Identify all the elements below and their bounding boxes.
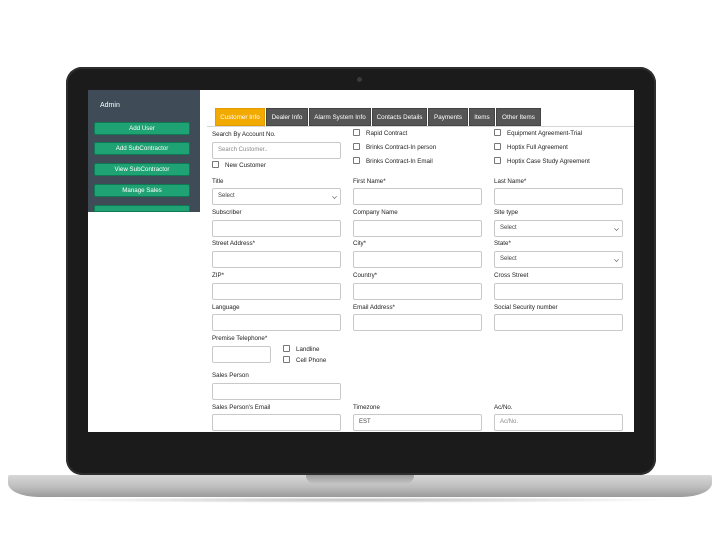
- company-name-label: Company Name: [353, 209, 398, 216]
- state-select-value: Select: [500, 256, 517, 262]
- country-label: Country*: [353, 272, 378, 279]
- site-type-select[interactable]: Select: [494, 220, 623, 237]
- country-input[interactable]: [353, 283, 482, 300]
- site-type-select-value: Select: [500, 225, 517, 231]
- acno-input[interactable]: Ac/No.: [494, 414, 623, 431]
- ssn-label: Social Security number: [494, 304, 558, 311]
- tab-other-items[interactable]: Other Items: [496, 108, 541, 126]
- language-label: Language: [212, 304, 240, 311]
- premise-phone-label: Premise Telephone*: [212, 335, 268, 342]
- equipment-agreement-checkbox[interactable]: [494, 129, 501, 136]
- state-select[interactable]: Select: [494, 251, 623, 268]
- site-type-label: Site type: [494, 209, 519, 216]
- rapid-contract-checkbox[interactable]: [353, 129, 360, 136]
- language-input[interactable]: [212, 314, 341, 331]
- email-input[interactable]: [353, 314, 482, 331]
- zip-input[interactable]: [212, 283, 341, 300]
- laptop-shadow: [40, 497, 680, 503]
- first-name-input[interactable]: [353, 188, 482, 205]
- brinks-in-email-checkbox[interactable]: [353, 157, 360, 164]
- brinks-in-email-label: Brinks Contract-In Email: [366, 158, 433, 165]
- search-account-label: Search By Account No.: [212, 131, 276, 138]
- first-name-label: First Name*: [353, 178, 386, 185]
- sales-person-label: Sales Person: [212, 372, 249, 379]
- manage-sales-button[interactable]: Manage Sales: [94, 184, 190, 197]
- hoptix-case-checkbox[interactable]: [494, 157, 501, 164]
- state-label: State*: [494, 240, 511, 247]
- cell-phone-label: Cell Phone: [296, 357, 327, 364]
- sales-email-input[interactable]: [212, 414, 341, 431]
- tab-dealer-info[interactable]: Dealer Info: [266, 108, 308, 126]
- new-customer-label: New Customer: [225, 162, 266, 169]
- timezone-label: Timezone: [353, 404, 380, 411]
- tab-customer-info[interactable]: Customer Info: [215, 108, 265, 126]
- sidebar: Admin Add User Add SubContractor View Su…: [88, 90, 200, 432]
- last-name-label: Last Name*: [494, 178, 527, 185]
- street-address-label: Street Address*: [212, 240, 255, 247]
- hoptix-case-label: Hoptix Case Study Agreement: [507, 158, 590, 165]
- new-customer-checkbox[interactable]: [212, 161, 219, 168]
- email-label: Email Address*: [353, 304, 395, 311]
- cross-street-input[interactable]: [494, 283, 623, 300]
- subscriber-label: Subscriber: [212, 209, 242, 216]
- add-user-button[interactable]: Add User: [94, 122, 190, 135]
- equipment-agreement-label: Equipment Agreement-Trial: [507, 130, 583, 137]
- ssn-input[interactable]: [494, 314, 623, 331]
- tab-contacts-details[interactable]: Contacts Details: [372, 108, 427, 126]
- hoptix-full-label: Hoptix Full Agreement: [507, 144, 568, 151]
- sidebar-button-partial[interactable]: [94, 205, 190, 212]
- brinks-in-person-label: Brinks Contract-In person: [366, 144, 437, 151]
- premise-phone-input[interactable]: [212, 346, 271, 363]
- tab-payments[interactable]: Payments: [428, 108, 468, 126]
- add-subcontractor-button[interactable]: Add SubContractor: [94, 142, 190, 155]
- city-label: City*: [353, 240, 367, 247]
- laptop-base-notch: [306, 475, 414, 484]
- sidebar-title: Admin: [100, 102, 120, 109]
- sales-email-label: Sales Person's Email: [212, 404, 271, 411]
- title-label: Title: [212, 178, 224, 185]
- timezone-input[interactable]: EST: [353, 414, 482, 431]
- brinks-in-person-checkbox[interactable]: [353, 143, 360, 150]
- city-input[interactable]: [353, 251, 482, 268]
- company-name-input[interactable]: [353, 220, 482, 237]
- sidebar-header-panel: Admin Add User Add SubContractor View Su…: [88, 90, 200, 212]
- view-subcontractor-button[interactable]: View SubContractor: [94, 163, 190, 176]
- search-customer-input[interactable]: Search Customer..: [212, 142, 341, 159]
- main-panel: Customer Info Dealer Info Alarm System I…: [207, 90, 634, 432]
- rapid-contract-label: Rapid Contract: [366, 130, 408, 137]
- chevron-down-icon: [332, 194, 337, 199]
- chevron-down-icon: [614, 226, 619, 231]
- cross-street-label: Cross Street: [494, 272, 529, 279]
- tab-alarm-system-info[interactable]: Alarm System Info: [309, 108, 371, 126]
- sales-person-input[interactable]: [212, 383, 341, 400]
- tab-items[interactable]: Items: [469, 108, 495, 126]
- hoptix-full-checkbox[interactable]: [494, 143, 501, 150]
- subscriber-input[interactable]: [212, 220, 341, 237]
- street-address-input[interactable]: [212, 251, 341, 268]
- webcam-icon: [357, 77, 362, 82]
- last-name-input[interactable]: [494, 188, 623, 205]
- landline-checkbox[interactable]: [283, 345, 290, 352]
- title-select[interactable]: Select: [212, 188, 341, 205]
- title-select-value: Select: [218, 193, 235, 199]
- laptop-screen: Admin Add User Add SubContractor View Su…: [88, 90, 634, 432]
- landline-label: Landline: [296, 346, 320, 353]
- acno-label: Ac/No.: [494, 404, 513, 411]
- cell-phone-checkbox[interactable]: [283, 356, 290, 363]
- zip-label: ZIP*: [212, 272, 225, 279]
- chevron-down-icon: [614, 257, 619, 262]
